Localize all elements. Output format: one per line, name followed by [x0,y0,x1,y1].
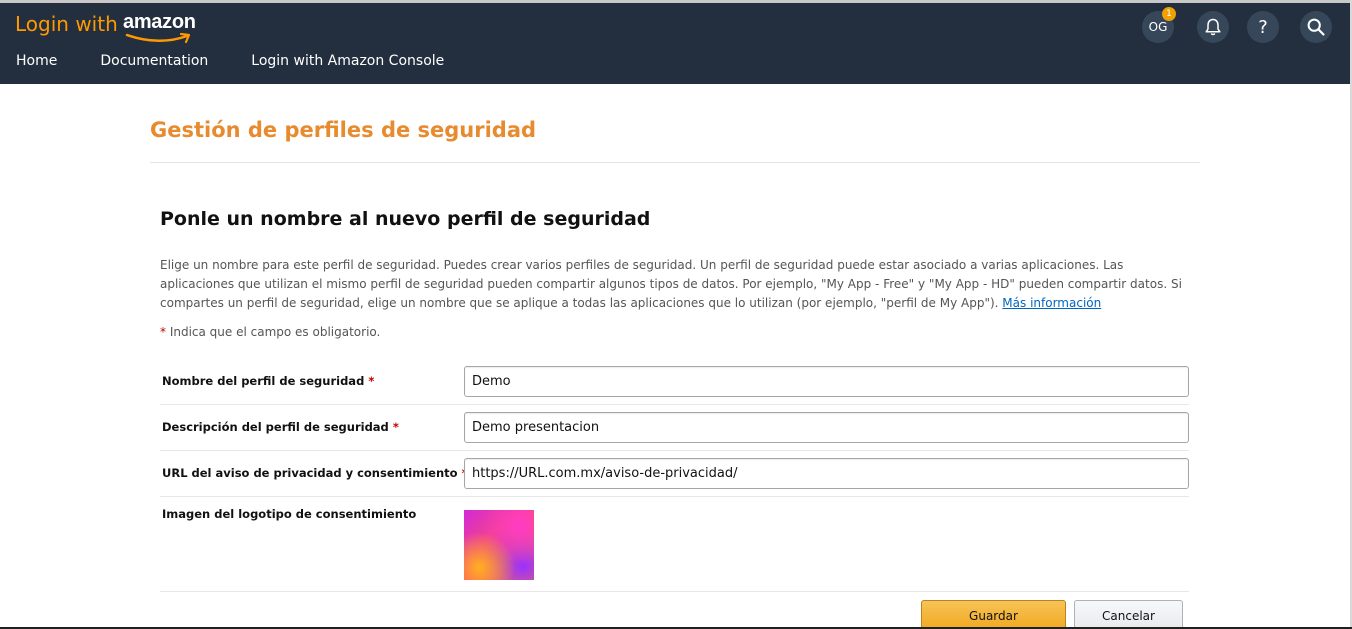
notifications-button[interactable] [1197,11,1229,43]
search-icon [1307,18,1325,36]
required-note: * Indica que el campo es obligatorio. [160,325,380,339]
notification-badge: 1 [1162,7,1176,21]
profile-description-input[interactable] [464,412,1189,443]
required-star: * [392,420,399,434]
help-icon: ? [1258,16,1268,38]
form-row-logo: Imagen del logotipo de consentimiento [160,497,1189,592]
profile-name-input[interactable] [464,366,1189,397]
nav-home[interactable]: Home [16,53,57,69]
form-row-name: Nombre del perfil de seguridad * [160,366,1189,405]
section-title: Ponle un nombre al nuevo perfil de segur… [160,208,651,230]
field-label-description: Descripción del perfil de seguridad * [162,420,399,434]
field-label-privacy-url: URL del aviso de privacidad y consentimi… [162,466,468,480]
field-label-logo: Imagen del logotipo de consentimiento [162,507,417,521]
nav-documentation[interactable]: Documentation [100,53,208,69]
search-button[interactable] [1300,11,1332,43]
amazon-smile-icon [125,32,191,44]
consent-logo-image[interactable] [464,510,534,580]
site-header: Login with amazon Home Documentation Log… [0,3,1352,84]
title-divider [150,162,1200,163]
required-note-text: Indica que el campo es obligatorio. [166,325,381,339]
main-nav: Home Documentation Login with Amazon Con… [16,53,487,69]
cancel-button[interactable]: Cancelar [1074,600,1183,629]
user-avatar-button[interactable]: OG 1 [1142,7,1176,43]
field-label-name: Nombre del perfil de seguridad * [162,374,375,388]
save-button[interactable]: Guardar [921,600,1066,629]
bell-icon [1205,18,1221,36]
form-row-description: Descripción del perfil de seguridad * [160,412,1189,451]
help-button[interactable]: ? [1247,11,1279,43]
page-title: Gestión de perfiles de seguridad [150,118,537,142]
form-row-privacy-url: URL del aviso de privacidad y consentimi… [160,458,1189,497]
privacy-url-input[interactable] [464,458,1189,489]
intro-paragraph: Elige un nombre para este perfil de segu… [160,256,1185,313]
nav-console[interactable]: Login with Amazon Console [251,53,444,69]
avatar-initials: OG [1148,20,1168,34]
logo-brand: amazon [123,11,196,33]
required-star: * [368,374,375,388]
logo-prefix: Login with [15,12,118,36]
more-info-link[interactable]: Más información [1002,296,1101,310]
